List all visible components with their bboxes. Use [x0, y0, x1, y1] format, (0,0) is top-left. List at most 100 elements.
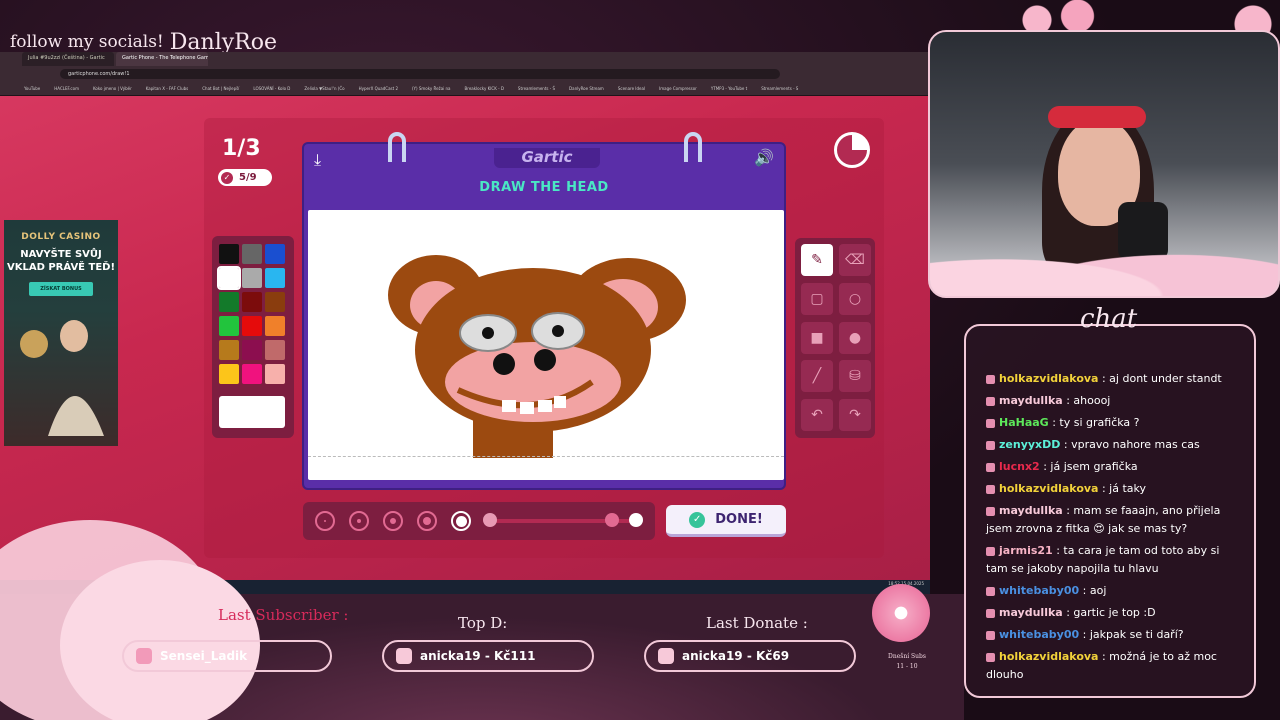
- color-swatch[interactable]: [219, 364, 239, 384]
- address-bar[interactable]: garticphone.com/draw!1: [60, 69, 780, 79]
- chat-message: maydullka : gartic je top :D: [986, 604, 1244, 622]
- bookmark-item[interactable]: Kapitan X - FAF Clubs: [146, 86, 189, 91]
- webcam-clouds: [930, 232, 1278, 296]
- subs-goal-value: 11 - 10: [896, 663, 918, 670]
- bookmark-item[interactable]: Image Compressor: [659, 86, 697, 91]
- pencil-icon[interactable]: ✎: [801, 244, 833, 276]
- star-icon: [136, 648, 152, 664]
- chat-username[interactable]: maydullka: [999, 504, 1063, 517]
- color-swatch[interactable]: [242, 364, 262, 384]
- chat-username[interactable]: whitebaby00: [999, 584, 1079, 597]
- user-badge-icon: [986, 506, 995, 516]
- subs-goal-label: Dnešní Subs: [888, 653, 926, 660]
- check-icon: ✓: [221, 171, 233, 184]
- opacity-slider[interactable]: [483, 513, 643, 527]
- rect-outline-icon[interactable]: ▢: [801, 282, 833, 315]
- socials-prefix: follow my socials!: [10, 32, 164, 52]
- bookmark-item[interactable]: Breaklocky KICK - D: [465, 86, 504, 91]
- bookmark-item[interactable]: DanlyRoe Stream: [569, 86, 604, 91]
- chat-username[interactable]: lucnx2: [999, 460, 1040, 473]
- money-icon: [658, 648, 674, 664]
- color-swatch[interactable]: [265, 244, 285, 264]
- bookmark-item[interactable]: Streamlements - S: [761, 86, 798, 91]
- round-counter: 1/3: [222, 136, 261, 161]
- check-icon: ✓: [689, 511, 706, 528]
- browser-tab-active[interactable]: Gartic Phone - The Telephone Game: [116, 52, 208, 66]
- bookmark-item[interactable]: YTMP3 - YouTube t: [711, 86, 747, 91]
- brush-size-5[interactable]: [451, 511, 471, 531]
- undo-icon[interactable]: ↶: [801, 399, 833, 432]
- circle-outline-icon[interactable]: ○: [839, 282, 871, 315]
- bucket-icon[interactable]: ⛁: [839, 360, 871, 393]
- casino-ad[interactable]: DOLLY CASINO NAVYŠTE SVŮJ VKLAD PRÁVĚ TE…: [4, 220, 118, 446]
- color-swatch[interactable]: [265, 364, 285, 384]
- user-badge-icon: [986, 630, 995, 640]
- color-swatch[interactable]: [217, 266, 241, 290]
- chat-text: : já jsem grafička: [1043, 460, 1138, 473]
- chat-username[interactable]: maydullka: [999, 394, 1063, 407]
- brush-size-3[interactable]: [383, 511, 403, 531]
- chat-username[interactable]: whitebaby00: [999, 628, 1079, 641]
- chat-username[interactable]: zenyyxDD: [999, 438, 1060, 451]
- chat-username[interactable]: HaHaaG: [999, 416, 1049, 429]
- bookmark-item[interactable]: (Y) Smoky Řežai na: [412, 86, 451, 91]
- brush-size-2[interactable]: [349, 511, 369, 531]
- bookmark-item[interactable]: HyperX QuadCast 2: [359, 86, 398, 91]
- drawing-canvas[interactable]: [308, 210, 784, 480]
- slider-handle[interactable]: [605, 513, 619, 527]
- color-swatch[interactable]: [219, 244, 239, 264]
- color-swatch[interactable]: [265, 292, 285, 312]
- rect-fill-icon[interactable]: ■: [801, 321, 833, 354]
- chat-text: : aoj: [1082, 584, 1107, 597]
- slider-max-knob: [629, 513, 643, 527]
- color-swatch[interactable]: [219, 340, 239, 360]
- chat-message: holkazvidlakova : aj dont under standt: [986, 370, 1244, 388]
- bookmark-item[interactable]: Chat Bot | Nejlepší: [202, 86, 239, 91]
- browser-tab[interactable]: Julia #9u2zzi (Čeština) - Gartic: [22, 52, 114, 66]
- chat-messages: holkazvidlakova : aj dont under standt ma…: [986, 370, 1244, 688]
- color-swatch[interactable]: [242, 340, 262, 360]
- user-badge-icon: [986, 462, 995, 472]
- chat-username[interactable]: holkazvidlakova: [999, 482, 1098, 495]
- color-swatch[interactable]: [265, 268, 285, 288]
- circle-fill-icon[interactable]: ●: [839, 321, 871, 354]
- redo-icon[interactable]: ↷: [839, 399, 871, 432]
- bookmark-item[interactable]: Koko jmeno | Výběr: [93, 86, 132, 91]
- chat-text: : vpravo nahore mas cas: [1063, 438, 1200, 451]
- color-swatch[interactable]: [265, 340, 285, 360]
- chat-username[interactable]: holkazvidlakova: [999, 650, 1098, 663]
- ad-headline: NAVYŠTE SVŮJ VKLAD PRÁVĚ TEĎ!: [6, 249, 116, 273]
- done-label: DONE!: [715, 512, 763, 527]
- top-donation-label: Top D:: [458, 614, 508, 632]
- color-swatch[interactable]: [265, 316, 285, 336]
- heart-icon: [396, 648, 412, 664]
- line-icon[interactable]: ╱: [801, 360, 833, 393]
- brush-size-4[interactable]: [417, 511, 437, 531]
- color-swatch[interactable]: [242, 292, 262, 312]
- ad-cta-button[interactable]: ZÍSKAT BONUS: [29, 282, 93, 296]
- taskbar-icons: [118, 580, 930, 594]
- download-icon[interactable]: ⤓: [314, 150, 321, 170]
- chat-text: : gartic je top :D: [1066, 606, 1156, 619]
- bookmark-item[interactable]: Zeliola ▼Stau!'n (Čo: [304, 86, 344, 91]
- color-swatch[interactable]: [219, 292, 239, 312]
- bookmark-item[interactable]: Streamlements - Š: [518, 86, 555, 91]
- color-swatch[interactable]: [242, 268, 262, 288]
- color-swatch[interactable]: [219, 316, 239, 336]
- color-swatch[interactable]: [242, 316, 262, 336]
- speaker-icon[interactable]: 🔊: [754, 148, 774, 167]
- chat-username[interactable]: jarmis21: [999, 544, 1053, 557]
- bookmark-item[interactable]: HACLEF.com: [54, 86, 79, 91]
- chat-username[interactable]: holkazvidlakova: [999, 372, 1098, 385]
- color-swatch[interactable]: [242, 244, 262, 264]
- last-subscriber-name: Sensei_Ladik: [160, 649, 248, 663]
- eraser-icon[interactable]: ⌫: [839, 244, 871, 276]
- chat-text: : jakpak se ti daří?: [1082, 628, 1184, 641]
- bookmark-item[interactable]: LOSOVÁNÍ - Kolo D: [253, 86, 290, 91]
- bookmark-item[interactable]: YouTube: [24, 86, 40, 91]
- chat-username[interactable]: maydullka: [999, 606, 1063, 619]
- done-button[interactable]: ✓ DONE!: [666, 505, 786, 537]
- user-badge-icon: [986, 396, 995, 406]
- brush-size-1[interactable]: [315, 511, 335, 531]
- bookmark-item[interactable]: Scenare Ideal: [618, 86, 645, 91]
